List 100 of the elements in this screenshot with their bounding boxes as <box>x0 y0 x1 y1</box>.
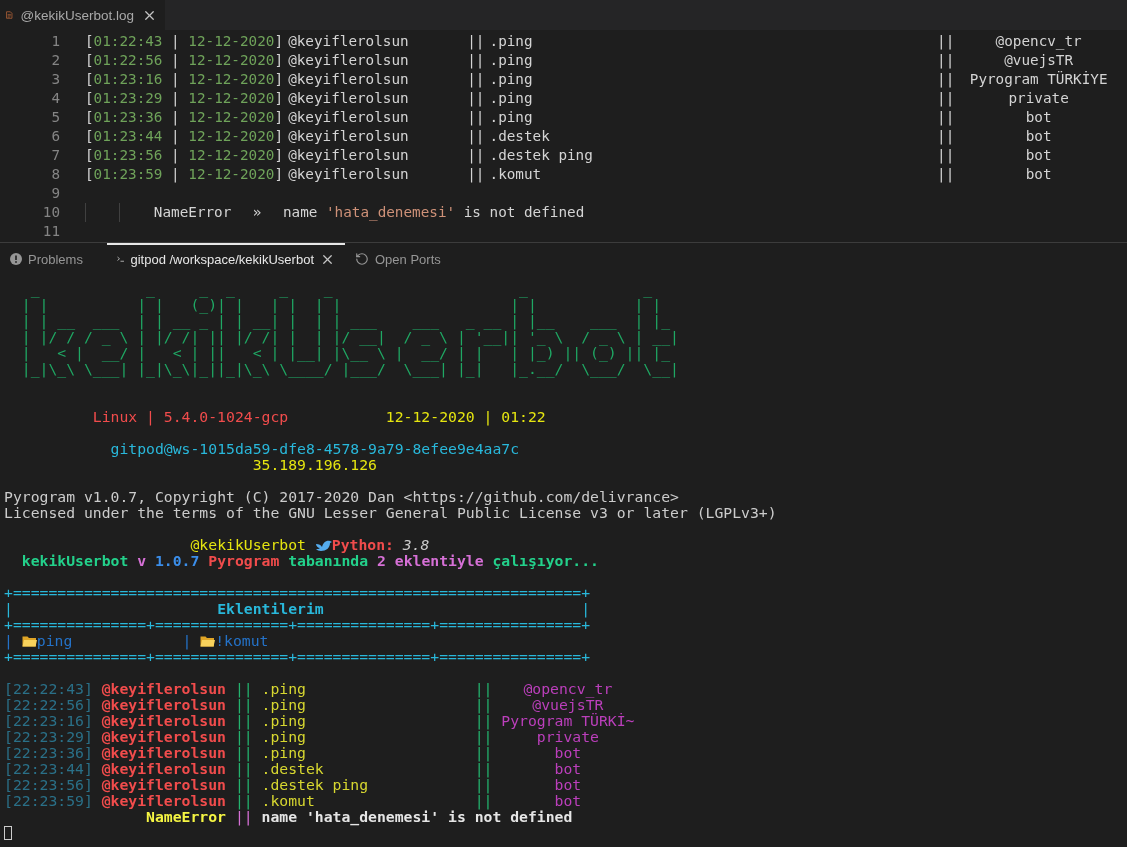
column-divider: || <box>467 32 486 51</box>
username: @keyiflerolsun <box>288 146 410 165</box>
table-border: +================================================================+ <box>4 585 591 601</box>
line-number: 3 <box>50 70 60 89</box>
log-time: [22:23:44] <box>4 761 94 777</box>
column-divider: || <box>467 146 486 165</box>
column-divider: || <box>474 745 493 761</box>
column-divider: || <box>474 681 493 697</box>
chat-name: @vuejsTR <box>1003 51 1075 70</box>
line-number: 11 <box>41 222 60 241</box>
command: .ping <box>489 108 534 127</box>
username: @keyiflerolsun <box>288 70 410 89</box>
log-chat: bot <box>554 745 582 761</box>
table-border: +===============+===============+===============+================+ <box>4 649 591 665</box>
column-divider: || <box>474 761 493 777</box>
username: @keyiflerolsun <box>288 127 410 146</box>
date-time: 12-12-2020 | 01:22 <box>385 409 546 425</box>
status-word: 1.0.7 <box>154 553 200 569</box>
line-number: 9 <box>50 184 60 203</box>
log-time: [22:23:59] <box>4 793 94 809</box>
host-name: gitpod@ws-1015da59-dfe8-4578-9a79-8efee9e4aa7c <box>110 441 520 457</box>
timestamp: [01:22:56 | 12-12-2020] <box>85 51 284 70</box>
license-text: Pyrogram v1.0.7, Copyright (C) 2017-2020 Dan <https://github.com/delivrance> <box>4 489 679 505</box>
chat-name: private <box>1007 89 1070 108</box>
column-divider: || <box>234 777 254 793</box>
column-divider: || <box>474 729 493 745</box>
table-border: +===============+===============+===============+================+ <box>4 617 591 633</box>
timestamp: [01:23:36 | 12-12-2020] <box>85 108 284 127</box>
command: .destek ping <box>489 146 594 165</box>
chat-name: bot <box>1024 165 1053 184</box>
timestamp: [01:23:16 | 12-12-2020] <box>85 70 284 89</box>
line-number: 8 <box>50 165 60 184</box>
column-divider: || <box>234 761 254 777</box>
column-divider: || <box>467 51 486 70</box>
log-user: @keyiflerolsun <box>101 745 227 761</box>
log-command: .ping <box>261 681 307 697</box>
line-number: 2 <box>50 51 60 70</box>
command: .ping <box>489 51 534 70</box>
username: @keyiflerolsun <box>288 165 410 184</box>
command: .ping <box>489 89 534 108</box>
panel-tab[interactable]: gitpod /workspace/kekikUserbot <box>107 243 345 273</box>
log-command: .ping <box>261 713 307 729</box>
column-divider: || <box>937 70 955 89</box>
timestamp: [01:23:44 | 12-12-2020] <box>85 127 284 146</box>
line-number: 7 <box>50 146 60 165</box>
username: @keyiflerolsun <box>288 89 410 108</box>
ascii-art-text: _ _ _ _ _ _ _ _ | | | | (_)| | | | | | | | | | | | __ ___ | | __ _ | | __| | | | ___ ___ _ __ | |__ ___ | |_ | |/ / / _ \ | |/ /| || |/ /| | | |/ __| / _ \ | '__|| '_ \ / _ \ | __| | < | __/ | < | || < | |__| |\__ \ | __/ | | | |_) || (_) || |_ |_|\_\ \___| |_|\_\|_||_|\_\ \____/ |___/ \___| |_| |_.__/ \___/ \__| <box>21 281 679 377</box>
ip-address: 35.189.196.126 <box>252 457 377 473</box>
log-command: .destek <box>261 761 325 777</box>
column-divider: || <box>234 681 254 697</box>
column-divider: || <box>467 108 486 127</box>
status-word: eklentiyle <box>394 553 484 569</box>
log-chat: bot <box>553 777 583 793</box>
line-number: 6 <box>50 127 60 146</box>
alert-icon <box>10 253 22 265</box>
command: .ping <box>489 70 534 89</box>
status-word: 2 <box>377 553 386 569</box>
chat-name: Pyrogram TÜRKİYE <box>968 70 1109 89</box>
editor-tab[interactable]: @kekikUserbot.log <box>0 0 165 30</box>
log-user: @keyiflerolsun <box>101 697 227 713</box>
log-user: @keyiflerolsun <box>101 777 227 793</box>
line-number: 5 <box>50 108 60 127</box>
column-divider: || <box>937 108 955 127</box>
language-version: 3.8 <box>402 537 430 553</box>
chat-name: bot <box>1024 108 1053 127</box>
status-word: v <box>137 553 147 569</box>
log-user: @keyiflerolsun <box>101 713 227 729</box>
folder-icon <box>200 635 216 647</box>
status-word: Pyrogram <box>208 553 280 569</box>
column-divider: || <box>937 51 955 70</box>
table-border: | <box>4 601 13 617</box>
username: @keyiflerolsun <box>288 32 410 51</box>
timestamp: [01:23:59 | 12-12-2020] <box>85 165 284 184</box>
error-name: NameError <box>146 809 227 825</box>
table-border: | <box>182 633 192 649</box>
log-time: [22:23:29] <box>4 729 94 745</box>
panel-tab[interactable]: Problems <box>0 243 107 273</box>
language-label: Python: <box>331 537 394 553</box>
command: .destek <box>489 127 551 146</box>
log-command: .komut <box>261 793 316 809</box>
chat-name: @opencv_tr <box>994 32 1083 51</box>
column-divider: || <box>467 165 486 184</box>
column-divider: || <box>474 777 493 793</box>
column-divider: || <box>234 745 254 761</box>
username: @keyiflerolsun <box>288 51 410 70</box>
plugin-name: ping <box>36 633 74 649</box>
table-border: | <box>4 633 13 649</box>
column-divider: || <box>234 713 254 729</box>
log-user: @keyiflerolsun <box>101 681 227 697</box>
error-name: NameError <box>153 203 232 222</box>
column-divider: || <box>467 89 486 108</box>
line-number: 10 <box>41 203 60 222</box>
line-number: 1 <box>50 32 60 51</box>
panel-tab[interactable]: Open Ports <box>345 243 475 273</box>
status-word: kekikUserbot <box>21 553 129 569</box>
chat-name: bot <box>1024 127 1053 146</box>
log-chat: bot <box>553 793 583 809</box>
log-time: [22:23:16] <box>4 713 94 729</box>
log-time: [22:22:43] <box>4 681 94 697</box>
timestamp: [01:23:29 | 12-12-2020] <box>85 89 284 108</box>
